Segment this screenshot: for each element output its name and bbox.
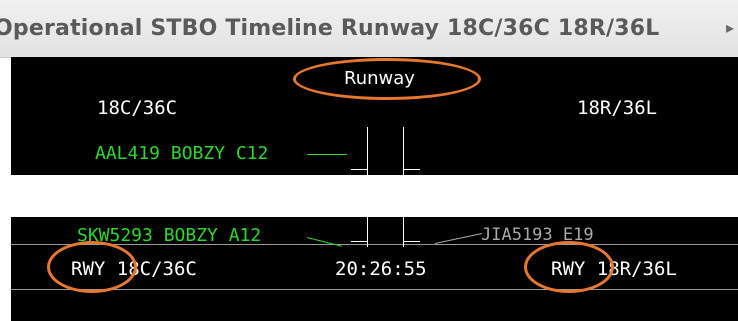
flight-strip-right[interactable]: JIA5193 E19 <box>481 225 594 245</box>
window-title: Operational STBO Timeline Runway 18C/36C… <box>0 16 660 41</box>
grid-line <box>11 289 738 290</box>
footer-left-runway: RWY 18C/36C <box>71 258 197 280</box>
timeline-axis-right <box>403 217 404 247</box>
timeline-tick <box>404 241 420 242</box>
timeline-tick <box>351 241 367 242</box>
timeline-bottom-panel: SKW5293 BOBZY A12 JIA5193 E19 RWY 18C/36… <box>11 217 738 321</box>
scroll-right-icon[interactable]: ▸ <box>722 20 738 36</box>
footer-clock: 20:26:55 <box>335 258 427 280</box>
runway-header-label: Runway <box>344 68 415 89</box>
flight-leader-line <box>306 237 343 247</box>
flight-strip-left[interactable]: SKW5293 BOBZY A12 <box>77 225 261 246</box>
timeline-axis-left <box>367 127 368 175</box>
flight-strip-left[interactable]: AAL419 BOBZY C12 <box>95 143 268 164</box>
window-titlebar: Operational STBO Timeline Runway 18C/36C… <box>0 0 738 58</box>
timeline-tick <box>351 169 367 170</box>
timeline-top-panel: Runway 18C/36C 18R/36L AAL419 BOBZY C12 <box>11 57 738 175</box>
footer-right-runway: RWY 18R/36L <box>551 258 677 280</box>
panel-separator <box>11 175 738 217</box>
flight-leader-line <box>307 154 347 155</box>
timeline-axis-right <box>403 127 404 175</box>
timeline-axis-left <box>367 217 368 247</box>
left-runway-label: 18C/36C <box>97 97 178 119</box>
right-runway-label: 18R/36L <box>577 97 658 119</box>
flight-leader-line <box>434 233 483 244</box>
timeline-tick <box>404 169 420 170</box>
